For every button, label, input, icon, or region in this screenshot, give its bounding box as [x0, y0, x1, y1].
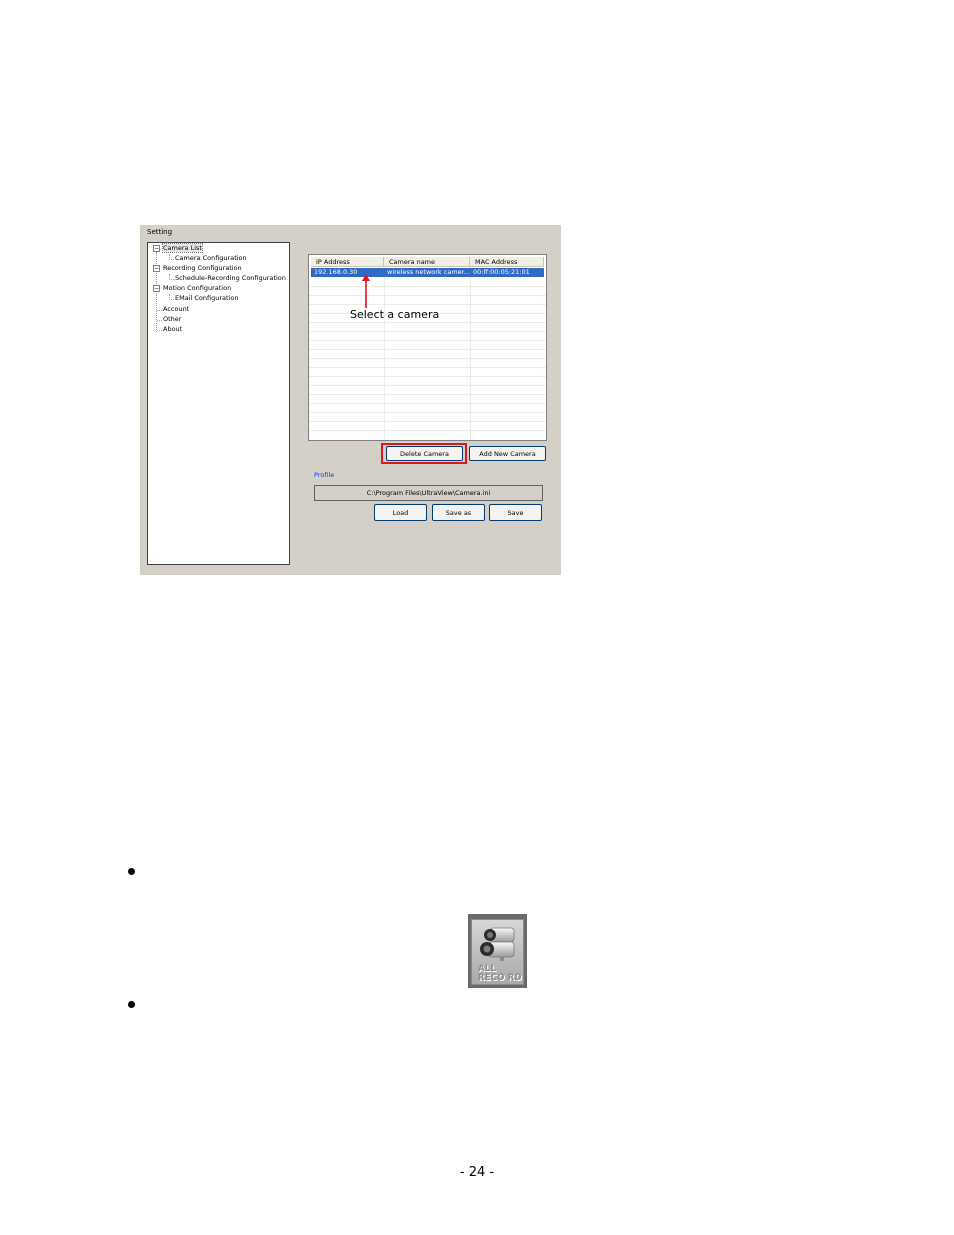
all-record-label-line-2: RECO RD	[478, 973, 522, 983]
tree-line	[169, 299, 174, 300]
grid-line	[309, 412, 546, 413]
profile-path-field[interactable]: C:\Program Files\UltraView\Camera.ini	[314, 485, 543, 501]
tree-item-label: EMail Configuration	[175, 294, 239, 302]
grid-line	[309, 358, 546, 359]
cell-mac-address: 00:ff:00:05:21:01	[473, 268, 530, 276]
settings-window: Setting − − − Camera List Camera Configu…	[140, 225, 561, 575]
table-row[interactable]: 192.168.0.30 wireless network camer... 0…	[311, 268, 544, 277]
tree-item-label: Other	[163, 315, 182, 323]
tree-item-other[interactable]: Other	[163, 315, 181, 323]
tree-item-label: Account	[163, 305, 190, 313]
all-record-face: ALL RECO RD	[471, 919, 524, 985]
grid-line	[309, 403, 546, 404]
all-record-label: ALL RECO RD	[478, 965, 522, 983]
grid-line	[309, 421, 546, 422]
cell-ip-address: 192.168.0.30	[314, 268, 358, 276]
save-button[interactable]: Save	[489, 504, 542, 521]
column-header-ip-address[interactable]: IP Address	[311, 257, 384, 267]
grid-line	[309, 304, 546, 305]
grid-line	[309, 430, 546, 431]
tree-item-about[interactable]: About	[163, 325, 182, 333]
bullet-icon	[128, 868, 135, 875]
cell-camera-name: wireless network camer...	[387, 268, 470, 276]
tree-item-label: Recording Configuration	[163, 264, 242, 272]
collapse-icon[interactable]: −	[153, 245, 160, 252]
delete-camera-button[interactable]: Delete Camera	[386, 446, 463, 461]
collapse-icon[interactable]: −	[153, 285, 160, 292]
all-record-button[interactable]: ALL RECO RD	[468, 914, 527, 988]
tree-item-schedule-recording-configuration[interactable]: Schedule-Recording Configuration	[175, 274, 286, 282]
grid-line	[470, 267, 471, 440]
tree-line	[169, 259, 174, 260]
grid-line	[309, 385, 546, 386]
grid-line	[309, 349, 546, 350]
settings-tree[interactable]: − − − Camera List Camera Configuration R…	[147, 242, 290, 565]
camera-icon	[480, 927, 515, 961]
grid-line	[309, 340, 546, 341]
column-header-mac-address[interactable]: MAC Address	[470, 257, 544, 267]
page-number: - 24 -	[459, 1165, 495, 1180]
grid-line	[309, 331, 546, 332]
grid-line	[309, 394, 546, 395]
tree-item-email-configuration[interactable]: EMail Configuration	[175, 294, 238, 302]
tree-item-recording-configuration[interactable]: Recording Configuration	[163, 264, 242, 272]
select-camera-annotation: Select a camera	[350, 308, 440, 321]
profile-label: Profile	[314, 471, 335, 479]
column-header-camera-name[interactable]: Camera name	[384, 257, 470, 267]
grid-line	[309, 295, 546, 296]
tree-item-camera-list[interactable]: Camera List	[162, 243, 203, 253]
grid-line	[309, 322, 546, 323]
grid-line	[309, 367, 546, 368]
red-arrow-icon	[362, 274, 370, 308]
tree-item-label: About	[163, 325, 183, 333]
collapse-icon[interactable]: −	[153, 265, 160, 272]
grid-line	[384, 267, 385, 440]
grid-line	[309, 286, 546, 287]
tree-line	[157, 330, 162, 331]
camera-list-table[interactable]: IP Address Camera name MAC Address 192.1…	[308, 254, 547, 441]
tree-line	[157, 310, 162, 311]
save-as-button[interactable]: Save as	[432, 504, 485, 521]
bullet-icon	[128, 1001, 135, 1008]
tree-item-label: Schedule-Recording Configuration	[175, 274, 286, 282]
tree-item-account[interactable]: Account	[163, 305, 189, 313]
tree-line	[157, 320, 162, 321]
tree-line	[169, 279, 174, 280]
window-title: Setting	[147, 228, 173, 236]
tree-item-label: Camera List	[162, 243, 203, 253]
tree-item-motion-configuration[interactable]: Motion Configuration	[163, 284, 231, 292]
tree-item-label: Camera Configuration	[175, 254, 247, 262]
tree-item-camera-configuration[interactable]: Camera Configuration	[175, 254, 247, 262]
tree-item-label: Motion Configuration	[163, 284, 232, 292]
load-button[interactable]: Load	[374, 504, 427, 521]
grid-line	[309, 376, 546, 377]
add-new-camera-button[interactable]: Add New Camera	[469, 446, 546, 461]
